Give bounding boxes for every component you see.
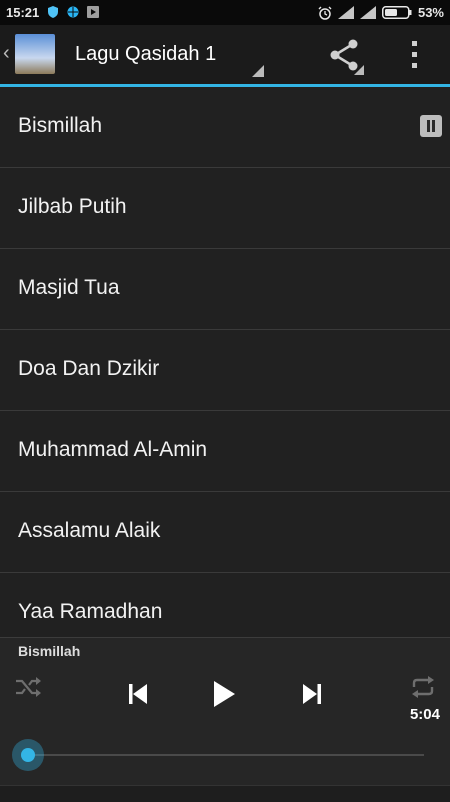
next-icon[interactable] (302, 683, 322, 705)
action-bar: ‹ Lagu Qasidah 1 (0, 25, 450, 87)
song-title: Doa Dan Dzikir (18, 357, 160, 380)
song-item[interactable]: Assalamu Alaik (0, 492, 450, 573)
song-title: Masjid Tua (18, 276, 120, 299)
signal-icon (359, 6, 376, 19)
share-dropdown-indicator-icon (354, 65, 364, 75)
song-item[interactable]: Masjid Tua (0, 249, 450, 330)
battery-percent: 53% (417, 5, 444, 20)
song-item[interactable]: Bismillah (0, 87, 450, 168)
now-playing-title: Bismillah (18, 643, 81, 659)
song-item[interactable]: Muhammad Al-Amin (0, 411, 450, 492)
dropdown-indicator-icon (252, 65, 264, 77)
song-title: Muhammad Al-Amin (18, 438, 208, 461)
back-chevron-icon[interactable]: ‹ (3, 42, 10, 65)
repeat-icon[interactable] (410, 676, 436, 698)
seek-thumb[interactable] (12, 739, 44, 771)
song-title: Assalamu Alaik (18, 519, 161, 542)
player-panel: Bismillah 5:04 (0, 637, 450, 802)
battery-icon (381, 6, 412, 19)
previous-icon[interactable] (128, 683, 148, 705)
status-bar: 15:21 53% (0, 0, 450, 25)
song-title: Bismillah (18, 114, 103, 137)
song-item[interactable]: Doa Dan Dzikir (0, 330, 450, 411)
seek-bar[interactable] (30, 754, 424, 756)
duration-text: 5:04 (409, 706, 440, 723)
song-item[interactable]: Yaa Ramadhan (0, 573, 450, 637)
song-item[interactable]: Jilbab Putih (0, 168, 450, 249)
alarm-icon (318, 6, 332, 20)
song-title: Jilbab Putih (18, 195, 127, 218)
shuffle-icon[interactable] (14, 676, 42, 698)
signal-icon (337, 6, 354, 19)
app-title[interactable]: Lagu Qasidah 1 (75, 43, 216, 66)
pause-icon[interactable] (420, 115, 442, 137)
globe-icon (67, 6, 79, 18)
play-store-icon (87, 6, 99, 18)
app-icon[interactable] (15, 34, 55, 74)
song-list: Bismillah Jilbab Putih Masjid Tua Doa Da… (0, 87, 450, 637)
song-title: Yaa Ramadhan (18, 600, 163, 623)
status-time: 15:21 (6, 5, 40, 20)
bottom-strip (0, 785, 450, 802)
overflow-menu-icon[interactable] (408, 39, 422, 71)
play-icon[interactable] (212, 679, 236, 709)
shield-icon (48, 6, 58, 18)
